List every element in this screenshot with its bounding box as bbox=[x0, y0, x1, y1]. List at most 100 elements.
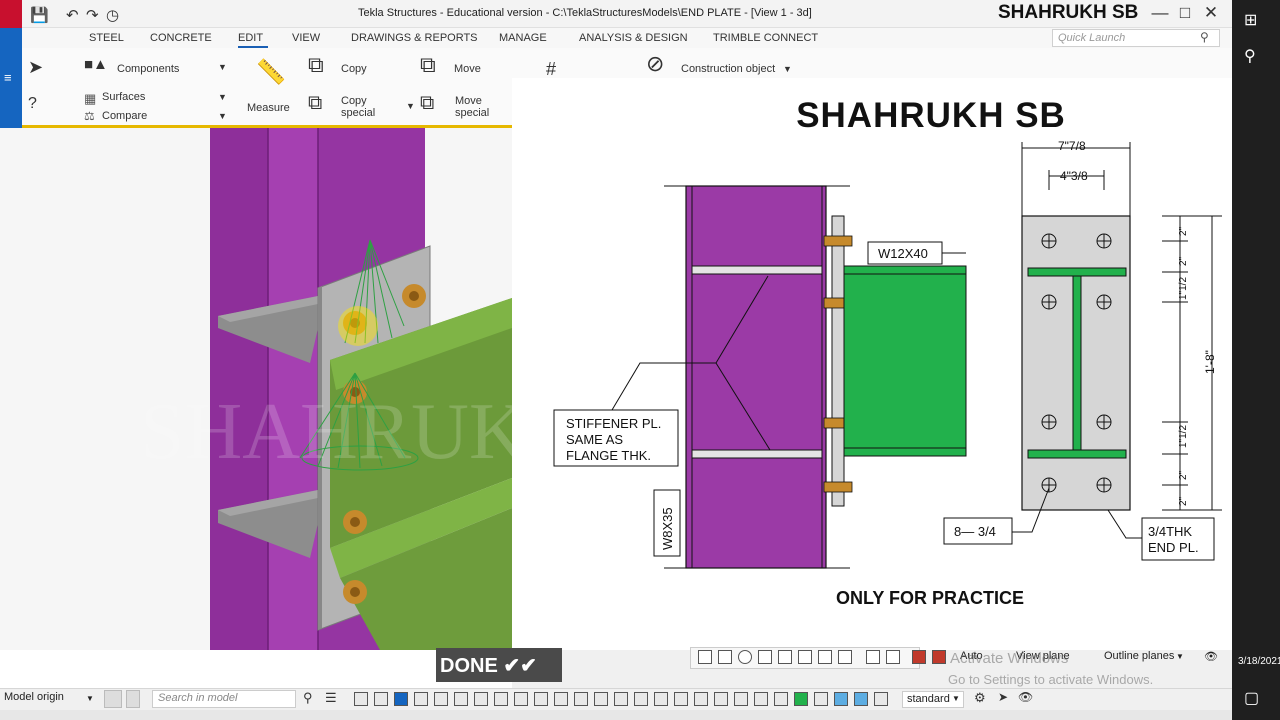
history-icon[interactable]: ◷ bbox=[106, 6, 119, 24]
move-special-icon[interactable]: ⧉ bbox=[420, 93, 434, 113]
select-tool-20[interactable] bbox=[734, 692, 748, 706]
menu-concrete[interactable]: CONCRETE bbox=[150, 32, 212, 44]
help-icon[interactable]: ? bbox=[28, 95, 37, 113]
construction-object-button[interactable]: Construction object bbox=[681, 63, 775, 75]
select-tool-3[interactable] bbox=[394, 692, 408, 706]
copy-special-button[interactable]: Copy special bbox=[341, 95, 381, 119]
settings-icon[interactable]: ⚙ bbox=[974, 690, 986, 706]
select-tool-12[interactable] bbox=[574, 692, 588, 706]
snap-tool-1[interactable] bbox=[698, 650, 712, 664]
chevron-down-icon[interactable]: ▼ bbox=[783, 64, 792, 74]
snap-tool-4[interactable] bbox=[758, 650, 772, 664]
surfaces-button[interactable]: Surfaces bbox=[102, 91, 145, 103]
menu-view[interactable]: VIEW bbox=[292, 32, 320, 44]
select-tool-25[interactable] bbox=[834, 692, 848, 706]
menu-edit[interactable]: EDIT bbox=[238, 32, 263, 44]
notification-icon[interactable]: ▢ bbox=[1244, 688, 1259, 708]
windows-start-icon[interactable]: ⊞ bbox=[1244, 10, 1257, 30]
chevron-down-icon[interactable]: ▼ bbox=[1176, 652, 1184, 661]
select-tool-1[interactable] bbox=[354, 692, 368, 706]
menu-steel[interactable]: STEEL bbox=[89, 32, 124, 44]
move-icon[interactable]: ⧉ bbox=[420, 54, 436, 76]
select-tool-7[interactable] bbox=[474, 692, 488, 706]
snap-tool-7[interactable] bbox=[818, 650, 832, 664]
menu-trimble-connect[interactable]: TRIMBLE CONNECT bbox=[713, 32, 818, 44]
chevron-down-icon[interactable]: ▼ bbox=[406, 101, 415, 111]
menu-analysis-design[interactable]: ANALYSIS & DESIGN bbox=[579, 32, 688, 44]
components-button[interactable]: Components bbox=[117, 63, 179, 75]
copy-button[interactable]: Copy bbox=[341, 63, 367, 75]
search-icon[interactable]: ⚲ bbox=[303, 690, 313, 706]
copy-special-icon[interactable]: ⧉ bbox=[308, 93, 322, 113]
menu-manage[interactable]: MANAGE bbox=[499, 32, 547, 44]
chevron-down-icon[interactable]: ▼ bbox=[218, 92, 227, 102]
compare-button[interactable]: Compare bbox=[102, 110, 147, 122]
select-tool-6[interactable] bbox=[454, 692, 468, 706]
snap-tool-5[interactable] bbox=[778, 650, 792, 664]
snap-tool-6[interactable] bbox=[798, 650, 812, 664]
select-tool-21[interactable] bbox=[754, 692, 768, 706]
chevron-down-icon[interactable]: ▼ bbox=[952, 694, 960, 703]
snap-tool-9[interactable] bbox=[866, 650, 880, 664]
construction-object-icon[interactable]: ⊘ bbox=[646, 53, 664, 75]
select-tool-18[interactable] bbox=[694, 692, 708, 706]
eye-icon[interactable]: 👁 bbox=[1204, 650, 1218, 663]
snap-tool-12[interactable] bbox=[932, 650, 946, 664]
save-icon[interactable]: 💾 bbox=[30, 6, 49, 24]
menu-drawings-reports[interactable]: DRAWINGS & REPORTS bbox=[351, 32, 478, 44]
chevron-down-icon[interactable]: ▼ bbox=[218, 111, 227, 121]
search-icon[interactable]: ⚲ bbox=[1200, 30, 1209, 44]
hamburger-icon[interactable]: ≡ bbox=[4, 70, 12, 85]
select-tool-13[interactable] bbox=[594, 692, 608, 706]
select-tool-14[interactable] bbox=[614, 692, 628, 706]
select-tool-23[interactable] bbox=[794, 692, 808, 706]
minimize-icon[interactable]: — bbox=[1148, 3, 1172, 23]
chevron-down-icon[interactable]: ▼ bbox=[86, 694, 94, 703]
pointer-icon[interactable]: ➤ bbox=[998, 690, 1008, 704]
grid-icon[interactable]: # bbox=[546, 60, 556, 78]
snap-tool-3[interactable] bbox=[738, 650, 752, 664]
select-tool-15[interactable] bbox=[634, 692, 648, 706]
snap-tool-8[interactable] bbox=[838, 650, 852, 664]
undo-icon[interactable]: ↶ bbox=[66, 6, 79, 24]
model-origin-dropdown[interactable]: Model origin bbox=[4, 691, 64, 703]
measure-button[interactable]: Measure bbox=[247, 102, 290, 114]
copy-icon[interactable]: ⧉ bbox=[308, 54, 324, 76]
select-tool-17[interactable] bbox=[674, 692, 688, 706]
select-tool-9[interactable] bbox=[514, 692, 528, 706]
tekla-logo[interactable] bbox=[0, 0, 22, 28]
eye-icon[interactable]: 👁 bbox=[1018, 690, 1033, 704]
move-special-button[interactable]: Move special bbox=[455, 95, 495, 119]
select-tool-27[interactable] bbox=[874, 692, 888, 706]
add-button[interactable] bbox=[104, 690, 122, 708]
select-tool-2[interactable] bbox=[374, 692, 388, 706]
compare-icon[interactable]: ⚖ bbox=[84, 109, 95, 123]
maximize-icon[interactable]: □ bbox=[1173, 3, 1197, 23]
snap-tool-10[interactable] bbox=[886, 650, 900, 664]
redo-icon[interactable]: ↷ bbox=[86, 6, 99, 24]
search-icon[interactable]: ⚲ bbox=[1244, 46, 1256, 66]
snap-tool-11[interactable] bbox=[912, 650, 926, 664]
list-icon[interactable]: ☰ bbox=[325, 690, 337, 706]
select-tool-16[interactable] bbox=[654, 692, 668, 706]
select-tool-24[interactable] bbox=[814, 692, 828, 706]
measure-icon[interactable]: 📏 bbox=[256, 61, 286, 85]
snap-tool-2[interactable] bbox=[718, 650, 732, 664]
panel-button[interactable] bbox=[126, 690, 140, 708]
select-tool-4[interactable] bbox=[414, 692, 428, 706]
outline-planes-dropdown[interactable]: Outline planes bbox=[1104, 650, 1174, 662]
select-tool-11[interactable] bbox=[554, 692, 568, 706]
select-arrow-icon[interactable]: ➤ bbox=[28, 58, 43, 76]
select-tool-26[interactable] bbox=[854, 692, 868, 706]
components-icon[interactable]: ■▲ bbox=[84, 56, 108, 74]
chevron-down-icon[interactable]: ▼ bbox=[218, 62, 227, 72]
select-tool-19[interactable] bbox=[714, 692, 728, 706]
move-button[interactable]: Move bbox=[454, 63, 481, 75]
surfaces-icon[interactable]: ▦ bbox=[84, 91, 96, 107]
select-tool-5[interactable] bbox=[434, 692, 448, 706]
select-tool-10[interactable] bbox=[534, 692, 548, 706]
close-icon[interactable]: ✕ bbox=[1199, 3, 1223, 23]
select-tool-22[interactable] bbox=[774, 692, 788, 706]
select-tool-8[interactable] bbox=[494, 692, 508, 706]
model-viewport-3d[interactable]: SHAHRUKH SB bbox=[0, 128, 512, 650]
